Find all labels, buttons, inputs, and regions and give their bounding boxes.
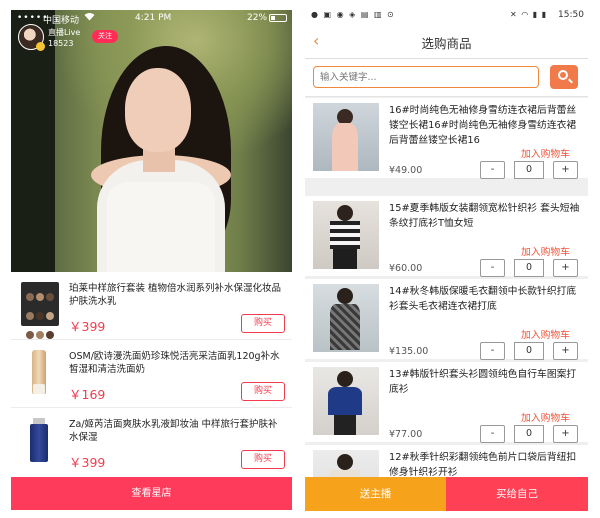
buy-button[interactable]: 购买 xyxy=(241,450,285,469)
increment-button[interactable]: + xyxy=(553,161,578,179)
quantity-stepper: - 0 + xyxy=(480,259,578,277)
product-price: ￥399 xyxy=(69,319,106,334)
status-time: 15:50 xyxy=(558,10,584,20)
product-name: 16#时尚纯色无袖修身雪纺连衣裙后背蕾丝镂空长裙16#时尚纯色无袖修身雪纺连衣裙… xyxy=(389,105,577,146)
battery-icon xyxy=(269,14,287,22)
product-image xyxy=(313,450,379,477)
product-name: OSM/欧诗漫洗面奶珍珠悦活亮采洁面乳120g补水皙湿和清洁洗面奶 xyxy=(69,351,280,375)
product-name: 12#秋季针织彩翻领纯色前片口袋后背纽扣修身针织衫开衫 xyxy=(389,452,577,477)
product-price: ¥77.00 xyxy=(389,429,423,440)
goods-list: 16#时尚纯色无袖修身雪纺连衣裙后背蕾丝镂空长裙16#时尚纯色无袖修身雪纺连衣裙… xyxy=(305,98,588,477)
buy-button[interactable]: 购买 xyxy=(241,382,285,401)
quantity-value[interactable]: 0 xyxy=(514,161,544,179)
search-icon xyxy=(558,70,568,80)
send-to-host-button[interactable]: 送主播 xyxy=(305,477,446,511)
follow-button[interactable]: 关注 xyxy=(92,30,118,43)
search-bar xyxy=(305,59,588,97)
status-bar: ••••• 中国移动 4:21 PM 22% xyxy=(11,10,292,26)
search-button[interactable] xyxy=(550,65,578,89)
host-id: 18523 xyxy=(48,39,74,48)
product-price: ¥135.00 xyxy=(389,346,429,357)
list-item[interactable]: Za/姬芮洁面爽肤水乳液卸妆油 中样旅行套护肤补水保湿 ￥399 购买 xyxy=(11,408,292,476)
product-price: ¥60.00 xyxy=(389,263,423,274)
list-item[interactable]: 15#夏季韩版女装翻领宽松针织衫 套头短袖条纹打底衫T恤女短 加入购物车 ¥60… xyxy=(305,196,588,277)
live-stream-screen: ••••• 中国移动 4:21 PM 22% 直播Live 18523 关注 珀… xyxy=(11,10,292,510)
wifi-icon xyxy=(84,12,95,24)
product-image xyxy=(313,284,379,352)
search-input[interactable] xyxy=(313,66,539,88)
avatar[interactable] xyxy=(18,24,45,51)
list-item[interactable]: 14#秋冬韩版保暖毛衣翻领中长款针织打底衫套头毛衣裙连衣裙打底 加入购物车 ¥1… xyxy=(305,279,588,360)
bottom-action-bar: 送主播 买给自己 xyxy=(305,477,588,511)
add-to-cart-link[interactable]: 加入购物车 xyxy=(521,410,570,424)
product-price: ¥49.00 xyxy=(389,165,423,176)
title-bar: ‹ 选购商品 xyxy=(305,25,588,59)
live-video[interactable] xyxy=(11,10,292,272)
quantity-value[interactable]: 0 xyxy=(514,425,544,443)
product-name: 13#韩版针织套头衫圆领纯色自行车图案打底衫 xyxy=(389,369,577,395)
product-name: 珀莱中样旅行套装 植物倍水润系列补水保湿化妆品 护肤洗水乳 xyxy=(69,283,282,307)
product-name: 14#秋冬韩版保暖毛衣翻领中长款针织打底衫套头毛衣裙连衣裙打底 xyxy=(389,286,577,312)
quantity-stepper: - 0 + xyxy=(480,425,578,443)
list-item[interactable]: 16#时尚纯色无袖修身雪纺连衣裙后背蕾丝镂空长裙16#时尚纯色无袖修身雪纺连衣裙… xyxy=(305,98,588,179)
product-image xyxy=(313,367,379,435)
list-item[interactable]: 13#韩版针织套头衫圆领纯色自行车图案打底衫 加入购物车 ¥77.00 - 0 … xyxy=(305,362,588,443)
view-shop-button[interactable]: 查看星店 xyxy=(11,477,292,510)
add-to-cart-link[interactable]: 加入购物车 xyxy=(521,146,570,160)
cleanser-tube-icon xyxy=(21,350,59,394)
host-name: 直播Live xyxy=(48,28,81,37)
video-subject-dress xyxy=(107,182,215,272)
quantity-value[interactable]: 0 xyxy=(514,342,544,360)
quantity-value[interactable]: 0 xyxy=(514,259,544,277)
eyeshadow-palette-icon xyxy=(21,282,59,339)
list-item[interactable]: 12#秋季针织彩翻领纯色前片口袋后背纽扣修身针织衫开衫 xyxy=(305,445,588,477)
quantity-stepper: - 0 + xyxy=(480,161,578,179)
video-subject-face xyxy=(125,68,191,152)
page-title: 选购商品 xyxy=(421,36,472,51)
decrement-button[interactable]: - xyxy=(480,425,505,443)
list-item[interactable]: OSM/欧诗漫洗面奶珍珠悦活亮采洁面乳120g补水皙湿和清洁洗面奶 ￥169 购… xyxy=(11,340,292,408)
increment-button[interactable]: + xyxy=(553,425,578,443)
select-goods-screen: ● ▣ ◉ ◈ ▤ ▥ ⊙ ✕ ◠ ▮ ▮ 15:50 ‹ 选购商品 16#时尚… xyxy=(305,7,588,511)
status-time: 4:21 PM xyxy=(135,13,172,23)
battery-percent: 22% xyxy=(247,13,268,23)
product-name: Za/姬芮洁面爽肤水乳液卸妆油 中样旅行套护肤补水保湿 xyxy=(69,419,278,443)
decrement-button[interactable]: - xyxy=(480,161,505,179)
product-price: ￥399 xyxy=(69,455,106,470)
product-price: ￥169 xyxy=(69,387,106,402)
crown-badge-icon xyxy=(36,42,45,51)
buy-button[interactable]: 购买 xyxy=(241,314,285,333)
list-item[interactable]: 珀莱中样旅行套装 植物倍水润系列补水保湿化妆品 护肤洗水乳 ￥399 购买 xyxy=(11,272,292,340)
decrement-button[interactable]: - xyxy=(480,259,505,277)
add-to-cart-link[interactable]: 加入购物车 xyxy=(521,244,570,258)
product-image xyxy=(313,103,379,171)
increment-button[interactable]: + xyxy=(553,342,578,360)
decrement-button[interactable]: - xyxy=(480,342,505,360)
notification-icons: ● ▣ ◉ ◈ ▤ ▥ ⊙ xyxy=(311,10,396,19)
product-list: 珀莱中样旅行套装 植物倍水润系列补水保湿化妆品 护肤洗水乳 ￥399 购买 OS… xyxy=(11,272,292,477)
product-name: 15#夏季韩版女装翻领宽松针织衫 套头短袖条纹打底衫T恤女短 xyxy=(389,203,580,229)
status-bar: ● ▣ ◉ ◈ ▤ ▥ ⊙ ✕ ◠ ▮ ▮ 15:50 xyxy=(305,7,588,25)
product-image xyxy=(313,201,379,269)
serum-bottle-icon xyxy=(21,418,59,462)
buy-for-self-button[interactable]: 买给自己 xyxy=(446,477,588,511)
carrier-label: 中国移动 xyxy=(43,16,80,26)
quantity-stepper: - 0 + xyxy=(480,342,578,360)
signal-icons: ✕ ◠ ▮ ▮ xyxy=(510,10,548,19)
add-to-cart-link[interactable]: 加入购物车 xyxy=(521,327,570,341)
increment-button[interactable]: + xyxy=(553,259,578,277)
